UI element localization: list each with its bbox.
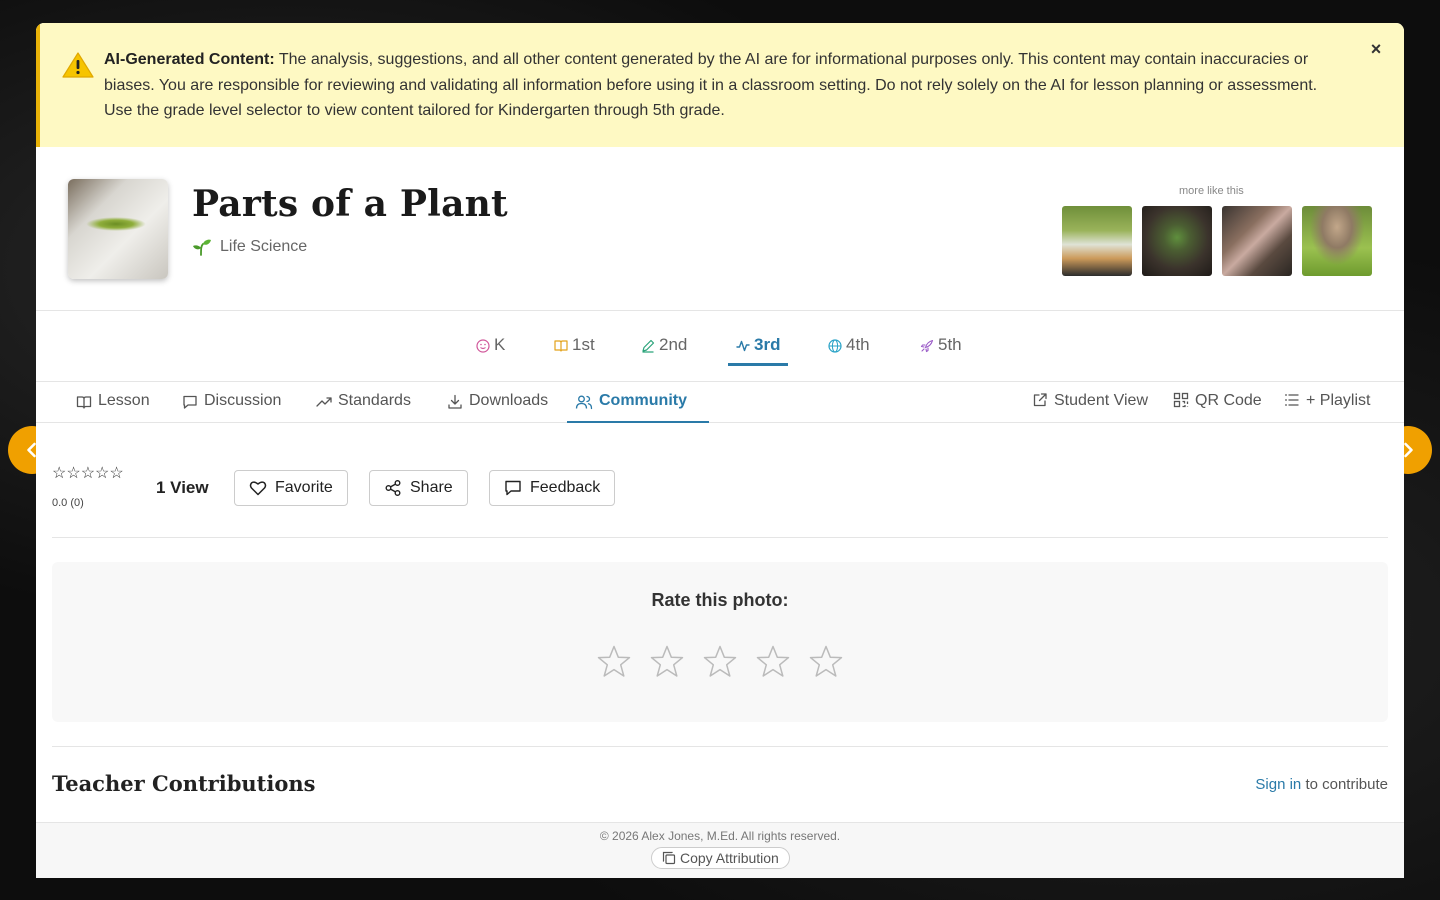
grade-tab-1st[interactable]: 1st xyxy=(546,335,603,366)
pencil-icon xyxy=(642,339,655,353)
activity-icon xyxy=(736,340,750,352)
view-count: 1 View xyxy=(156,478,209,497)
grade-label: 5th xyxy=(938,335,962,354)
action-label: Student View xyxy=(1054,392,1148,409)
book-open-icon xyxy=(76,396,92,409)
related-photo[interactable] xyxy=(1302,206,1372,276)
related-photo[interactable] xyxy=(1222,206,1292,276)
photo-modal: AI-Generated Content: The analysis, sugg… xyxy=(36,23,1404,878)
related-photo[interactable] xyxy=(1062,206,1132,276)
teacher-contributions-title: Teacher Contributions xyxy=(52,771,316,796)
action-label: + Playlist xyxy=(1306,392,1371,409)
grade-tab-k[interactable]: K xyxy=(468,335,513,366)
tab-community[interactable]: Community xyxy=(567,382,709,423)
favorite-label: Favorite xyxy=(275,479,333,496)
add-to-playlist-button[interactable]: + Playlist xyxy=(1284,392,1370,410)
alert-body: The analysis, suggestions, and all other… xyxy=(104,51,1318,119)
grade-tab-4th[interactable]: 4th xyxy=(820,335,878,366)
subject-tag[interactable]: Life Science xyxy=(192,237,307,257)
alert-heading: AI-Generated Content: xyxy=(104,51,275,68)
globe-icon xyxy=(828,339,842,353)
contribute-text: to contribute xyxy=(1301,776,1388,793)
footer: © 2026 Alex Jones, M.Ed. All rights rese… xyxy=(36,822,1404,878)
grade-tab-3rd[interactable]: 3rd xyxy=(728,335,789,366)
tab-label: Downloads xyxy=(469,392,549,409)
favorite-button[interactable]: Favorite xyxy=(234,470,348,506)
trending-up-icon xyxy=(316,397,332,407)
related-photo[interactable] xyxy=(1142,206,1212,276)
page-title: Parts of a Plant xyxy=(192,183,508,225)
sign-in-prompt: Sign in to contribute xyxy=(1255,776,1388,793)
share-label: Share xyxy=(410,479,453,496)
photo-thumbnail[interactable] xyxy=(68,179,168,279)
divider xyxy=(52,746,1388,747)
feedback-label: Feedback xyxy=(530,479,601,496)
grade-tab-5th[interactable]: 5th xyxy=(912,335,970,366)
rating-star-input[interactable] xyxy=(596,644,844,680)
star-icon[interactable] xyxy=(808,644,844,680)
copy-attribution-label: Copy Attribution xyxy=(680,850,779,866)
average-rating-stars: ☆☆☆☆☆ xyxy=(52,465,124,482)
grade-label: 2nd xyxy=(659,335,688,354)
action-label: QR Code xyxy=(1195,392,1262,409)
download-icon xyxy=(448,394,462,409)
alert-message: AI-Generated Content: The analysis, sugg… xyxy=(104,47,1348,124)
divider xyxy=(52,537,1388,538)
rate-photo-title: Rate this photo: xyxy=(651,590,789,610)
grade-label: 4th xyxy=(846,335,870,354)
qr-code-icon xyxy=(1173,392,1189,408)
related-photos xyxy=(1062,206,1372,276)
book-icon xyxy=(554,340,568,352)
tab-label: Discussion xyxy=(204,392,282,409)
sprout-icon xyxy=(193,239,211,256)
subject-label: Life Science xyxy=(220,238,308,255)
average-rating: ☆☆☆☆☆ 0.0 (0) xyxy=(52,463,124,509)
section-tabs: Lesson Discussion Standards Downloads Co… xyxy=(36,382,1404,423)
grade-tab-2nd[interactable]: 2nd xyxy=(633,335,695,366)
average-rating-score: 0.0 (0) xyxy=(52,497,84,509)
message-icon xyxy=(505,480,521,496)
external-link-icon xyxy=(1033,393,1047,407)
share-icon xyxy=(385,480,401,496)
star-icon[interactable] xyxy=(755,644,791,680)
copy-attribution-button[interactable]: Copy Attribution xyxy=(651,847,790,869)
ai-disclaimer-alert: AI-Generated Content: The analysis, sugg… xyxy=(36,23,1404,147)
star-icon[interactable] xyxy=(649,644,685,680)
photo-header: Parts of a Plant Life Science more like … xyxy=(36,147,1404,311)
grade-label: 3rd xyxy=(754,335,781,354)
grade-label: K xyxy=(494,335,506,354)
copyright-text: © 2026 Alex Jones, M.Ed. All rights rese… xyxy=(599,829,841,843)
rocket-icon xyxy=(920,339,934,353)
warning-icon xyxy=(62,52,94,78)
copy-icon xyxy=(662,851,676,865)
tab-standards[interactable]: Standards xyxy=(308,382,419,423)
message-icon xyxy=(183,395,197,409)
tab-label: Lesson xyxy=(98,392,150,409)
tab-downloads[interactable]: Downloads xyxy=(439,382,556,423)
share-button[interactable]: Share xyxy=(369,470,468,506)
heart-icon xyxy=(249,481,267,496)
close-icon[interactable]: × xyxy=(1366,39,1386,59)
student-view-button[interactable]: Student View xyxy=(1032,392,1148,410)
tab-discussion[interactable]: Discussion xyxy=(174,382,289,423)
more-like-this-label: more like this xyxy=(1179,185,1244,197)
star-icon[interactable] xyxy=(596,644,632,680)
grade-level-selector: K 1st 2nd 3rd 4th 5th xyxy=(36,311,1404,382)
star-icon[interactable] xyxy=(702,644,738,680)
sign-in-link[interactable]: Sign in xyxy=(1255,776,1301,793)
rate-photo-panel: Rate this photo: xyxy=(52,562,1388,722)
list-icon xyxy=(1285,394,1299,406)
tab-label: Community xyxy=(599,392,687,409)
tab-label: Standards xyxy=(338,392,411,409)
feedback-button[interactable]: Feedback xyxy=(489,470,616,506)
tab-lesson[interactable]: Lesson xyxy=(68,382,158,423)
smile-icon xyxy=(476,339,490,353)
users-icon xyxy=(575,395,593,410)
grade-label: 1st xyxy=(572,335,595,354)
qr-code-button[interactable]: QR Code xyxy=(1173,392,1262,410)
